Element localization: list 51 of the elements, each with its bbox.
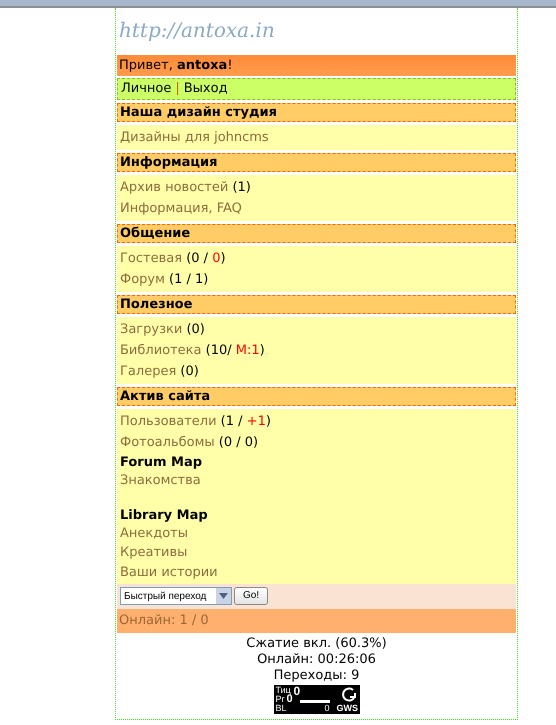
item-count: (1) (231, 180, 251, 195)
map-link[interactable]: Знакомства (120, 472, 201, 489)
counter-value: 0 (286, 694, 293, 705)
go-button[interactable]: Go! (234, 587, 268, 605)
map-link[interactable]: Креативы (120, 544, 188, 561)
section-header: Информация (117, 153, 516, 172)
menu-link[interactable]: Пользователи (120, 414, 217, 429)
footer-text: Онлайн: 00:26:06 (257, 652, 376, 667)
section-header: Актив сайта (117, 387, 516, 406)
menu-link[interactable]: Фотоальбомы (120, 435, 215, 450)
map-link[interactable]: Ваши истории (120, 564, 218, 580)
menu-link[interactable]: Библиотека (120, 343, 202, 358)
separator-text: | (175, 81, 180, 96)
item-count: (0 / 0) (218, 435, 258, 450)
counter-value: 0 (294, 685, 300, 697)
counter-brand: GWS (336, 704, 358, 713)
user-link[interactable]: Выход (184, 81, 228, 96)
section-header: Наша дизайн студия (117, 103, 516, 122)
map-link[interactable]: Анекдоты (120, 524, 188, 542)
user-link[interactable]: Личное (121, 81, 172, 96)
menu-link[interactable]: Дизайны для johncms (120, 130, 269, 145)
map-title: Library Map (120, 508, 209, 524)
bar-icon (300, 700, 330, 703)
site-logo[interactable]: http://antoxa.in (117, 9, 275, 55)
menu-link[interactable]: Информация, FAQ (120, 201, 242, 216)
item-count: (0) (185, 322, 205, 337)
greeting-text: Привет, antoxa! (117, 55, 516, 76)
counter-badge[interactable]: Тиц 0 Pr 0 BL 0 GWS (274, 685, 360, 714)
item-count: (10/ М:1) (204, 343, 265, 358)
menu-link[interactable]: Загрузки (120, 322, 182, 337)
dropdown-arrow-icon (219, 593, 228, 599)
map-title: Forum Map (120, 455, 204, 471)
section-header: Полезное (117, 295, 516, 314)
menu-link[interactable]: Гостевая (120, 251, 182, 266)
footer-text: Переходы: 9 (274, 668, 360, 683)
item-count: (1 / +1) (220, 414, 271, 429)
footer-text: Сжатие вкл. (60.3%) (246, 636, 387, 651)
section-header: Общение (117, 224, 516, 243)
menu-link[interactable]: Архив новостей (120, 180, 228, 195)
item-count: (0) (179, 364, 199, 379)
counter-label: Тиц (276, 686, 291, 695)
refresh-icon (340, 687, 356, 702)
menu-link[interactable]: Форум (120, 272, 165, 287)
item-count: (1 / 1) (168, 272, 208, 287)
counter-label: BL (276, 704, 287, 713)
menu-link[interactable]: Галерея (120, 364, 176, 379)
online-text: Онлайн: 1 / 0 (117, 609, 516, 633)
counter-value: 0 (324, 704, 330, 713)
counter-label: Pr (276, 695, 284, 704)
quick-jump-select[interactable]: Быстрый переход (120, 587, 232, 605)
item-count: (0 / 0) (185, 251, 226, 266)
